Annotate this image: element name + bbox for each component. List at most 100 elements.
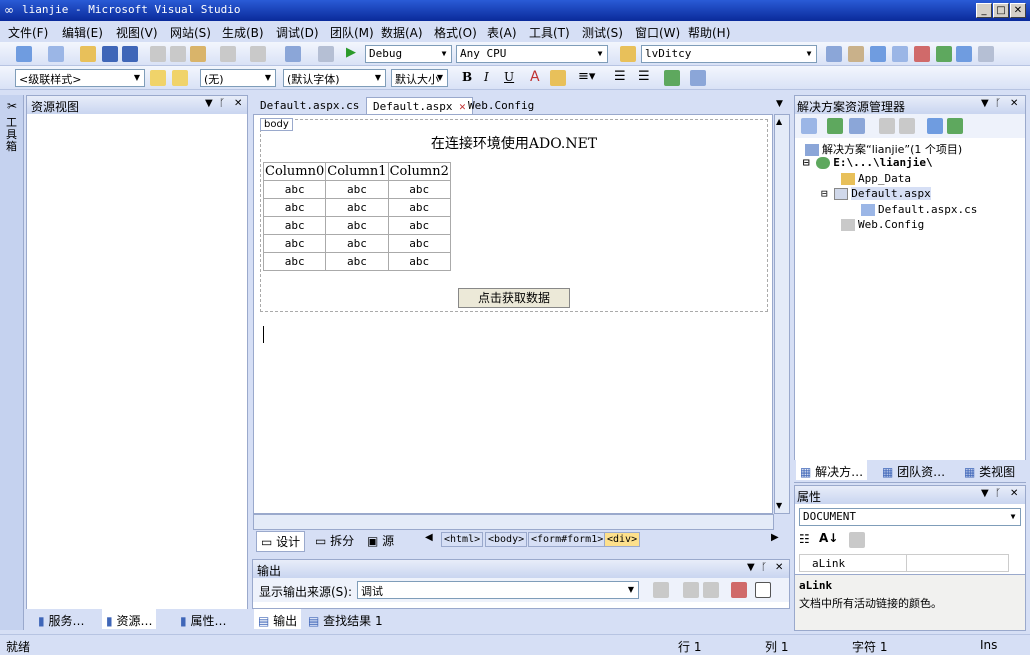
refresh-icon[interactable] — [827, 118, 843, 134]
breadcrumb-right-icon[interactable]: ▶ — [771, 532, 779, 543]
menu-edit[interactable]: 编辑(E) — [62, 24, 103, 41]
categorized-icon[interactable]: ☷ — [799, 532, 810, 546]
properties-icon[interactable] — [848, 46, 864, 62]
bold-icon[interactable]: B — [462, 70, 472, 84]
next-message-icon[interactable] — [703, 582, 719, 598]
properties-pin-icon[interactable]: ᚴ — [995, 488, 1001, 499]
output-dropdown-icon[interactable]: ▼ — [747, 562, 755, 573]
copy-icon[interactable] — [170, 46, 186, 62]
output-source-combo[interactable]: 调试 ▼ — [357, 581, 639, 599]
tab-design[interactable]: ▭ 设计 — [256, 531, 306, 552]
menu-help[interactable]: 帮助(H) — [688, 24, 730, 41]
menu-file[interactable]: 文件(F) — [8, 24, 48, 41]
align-icon[interactable]: ≡▾ — [578, 69, 595, 84]
asp-config-icon[interactable] — [947, 118, 963, 134]
panel-dropdown-icon[interactable]: ▼ — [205, 98, 213, 109]
object-selector-combo[interactable]: DOCUMENT ▼ — [799, 508, 1021, 526]
breadcrumb-div[interactable]: <div> — [604, 532, 641, 547]
tools-icon[interactable] — [914, 46, 930, 62]
properties-dropdown-icon[interactable]: ▼ — [981, 488, 989, 499]
menu-window[interactable]: 窗口(W) — [635, 24, 680, 41]
command-window-icon[interactable] — [956, 46, 972, 62]
save-all-icon[interactable] — [122, 46, 138, 62]
menu-website[interactable]: 网站(S) — [170, 24, 211, 41]
output-pin-icon[interactable]: ᚴ — [761, 562, 767, 573]
tab-output[interactable]: ▤ 输出 — [254, 609, 302, 629]
property-row[interactable]: aLink — [799, 554, 1009, 572]
panel-close-icon[interactable]: ✕ — [234, 98, 242, 109]
breadcrumb-html[interactable]: <html> — [441, 532, 484, 547]
navigate-forward-icon[interactable] — [318, 46, 334, 62]
editor-horizontal-scrollbar[interactable] — [253, 514, 774, 530]
paste-icon[interactable] — [190, 46, 206, 62]
cut-icon[interactable] — [150, 46, 166, 62]
minimize-button[interactable]: _ — [976, 3, 992, 18]
target-rule-icon[interactable] — [150, 70, 166, 86]
font-size-combo[interactable]: 默认大小 ▼ — [391, 69, 448, 87]
breadcrumb-form[interactable]: <form#form1> — [528, 532, 607, 547]
tab-resource-view[interactable]: ▮ 资源… — [102, 609, 157, 629]
tree-item-default-aspx[interactable]: ⊟ Default.aspx — [821, 187, 931, 200]
toolbox-icon[interactable] — [892, 46, 908, 62]
undo-icon[interactable] — [220, 46, 236, 62]
navigate-icon[interactable] — [285, 46, 301, 62]
properties-button-icon[interactable] — [801, 118, 817, 134]
menu-tools[interactable]: 工具(T) — [529, 24, 570, 41]
view-code-icon[interactable] — [879, 118, 895, 134]
prev-message-icon[interactable] — [683, 582, 699, 598]
properties-close-icon[interactable]: ✕ — [1010, 488, 1018, 499]
design-surface[interactable]: body 在连接环境使用ADO.NET Column0 Column1 Colu… — [253, 114, 773, 514]
breadcrumb-left-icon[interactable]: ◀ — [425, 532, 433, 543]
menu-data[interactable]: 数据(A) — [381, 24, 423, 41]
alphabetical-icon[interactable]: A↓ — [819, 531, 838, 545]
style-application-icon[interactable] — [172, 70, 188, 86]
project-node[interactable]: ⊟ E:\...\lianjie\ — [803, 156, 933, 169]
italic-icon[interactable]: I — [484, 70, 489, 84]
find-combo[interactable]: lvDitcy ▼ — [641, 45, 817, 63]
maximize-button[interactable]: □ — [993, 3, 1009, 18]
copy-website-icon[interactable] — [927, 118, 943, 134]
menu-build[interactable]: 生成(B) — [222, 24, 264, 41]
underline-icon[interactable]: U — [504, 70, 514, 84]
toolbox-icon-strip[interactable]: ✂ — [7, 99, 17, 113]
tab-list-chevron-icon[interactable]: ▼ — [776, 99, 783, 109]
show-all-files-icon[interactable] — [849, 118, 865, 134]
add-item-icon[interactable] — [48, 46, 64, 62]
solution-close-icon[interactable]: ✕ — [1010, 98, 1018, 109]
open-file-icon[interactable] — [80, 46, 96, 62]
toolbar-options-icon[interactable] — [978, 46, 994, 62]
tab-web-config[interactable]: Web.Config — [462, 97, 540, 115]
numbered-list-icon[interactable]: ☰ — [614, 69, 626, 84]
toolbar-options-2-icon[interactable] — [690, 70, 706, 86]
breadcrumb-body[interactable]: <body> — [485, 532, 528, 547]
style-combo[interactable]: (无) ▼ — [200, 69, 276, 87]
new-project-icon[interactable] — [16, 46, 32, 62]
tab-split[interactable]: ▭ 拆分 — [315, 532, 354, 549]
start-debugging-icon[interactable]: ▶ — [346, 45, 356, 60]
font-combo[interactable]: (默认字体) ▼ — [283, 69, 386, 87]
redo-icon[interactable] — [250, 46, 266, 62]
menu-format[interactable]: 格式(O) — [434, 24, 477, 41]
hyperlink-icon[interactable] — [664, 70, 680, 86]
tree-item-app-data[interactable]: App_Data — [841, 172, 911, 185]
close-button[interactable]: ✕ — [1010, 3, 1026, 18]
solution-dropdown-icon[interactable]: ▼ — [981, 98, 989, 109]
view-designer-icon[interactable] — [899, 118, 915, 134]
tree-item-default-aspx-cs[interactable]: Default.aspx.cs — [861, 203, 977, 216]
configuration-combo[interactable]: Debug ▼ — [365, 45, 452, 63]
tab-class-view[interactable]: ▦ 类视图 — [960, 460, 1019, 480]
tab-team-explorer[interactable]: ▦ 团队资… — [878, 460, 949, 480]
platform-combo[interactable]: Any CPU ▼ — [456, 45, 608, 63]
tab-server-explorer[interactable]: ▮ 服务… — [34, 609, 88, 629]
tab-find-results[interactable]: ▤ 查找结果 1 — [304, 609, 387, 629]
bullet-list-icon[interactable]: ☰ — [638, 69, 650, 84]
clear-all-icon[interactable] — [731, 582, 747, 598]
solution-pin-icon[interactable]: ᚴ — [995, 98, 1001, 109]
tab-default-aspx[interactable]: Default.aspx ✕ — [366, 97, 473, 115]
find-message-icon[interactable] — [653, 582, 669, 598]
menu-debug[interactable]: 调试(D) — [276, 24, 319, 41]
start-page-icon[interactable] — [936, 46, 952, 62]
tab-default-aspx-cs[interactable]: Default.aspx.cs — [254, 97, 365, 115]
scroll-up-icon[interactable]: ▲ — [776, 117, 782, 126]
output-close-icon[interactable]: ✕ — [775, 562, 783, 573]
